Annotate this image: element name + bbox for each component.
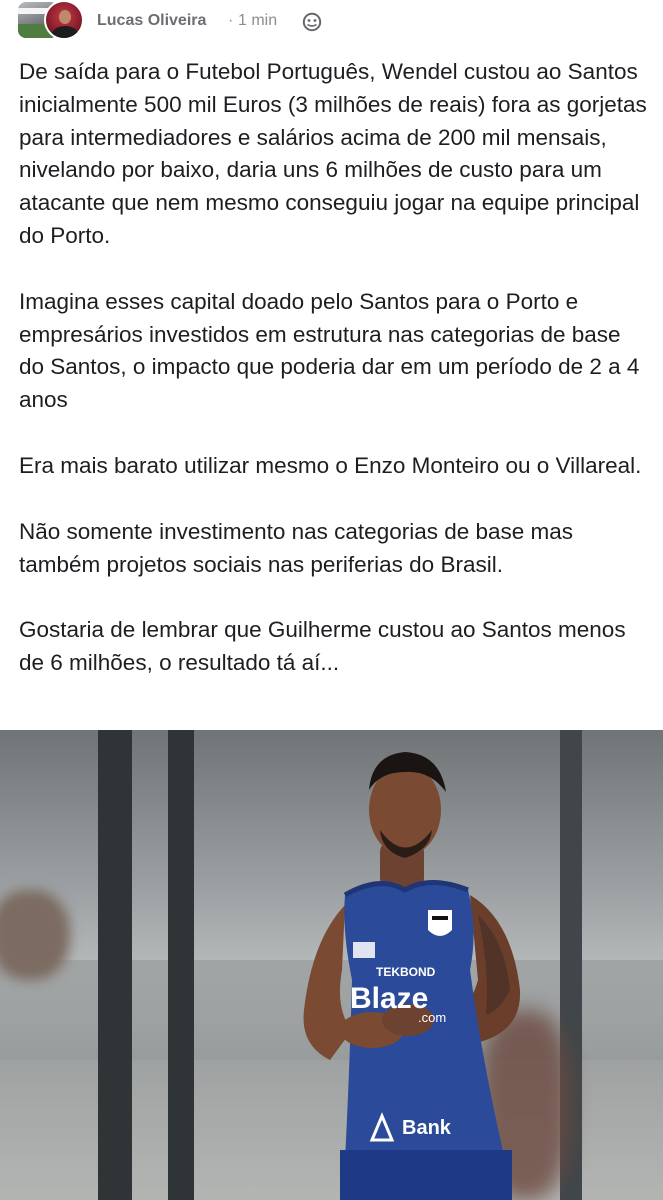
post-paragraph-2: Imagina esses capital doado pelo Santos … <box>19 288 640 413</box>
main-sponsor: Blaze <box>350 982 428 1015</box>
header-separator: · <box>228 12 234 29</box>
globe-icon <box>302 12 322 32</box>
post-photo[interactable]: TEKBOND Blaze .com Bank <box>0 730 663 1200</box>
post-paragraph-1: De saída para o Futebol Português, Wende… <box>19 59 647 248</box>
post-text: De saída para o Futebol Português, Wende… <box>19 56 649 680</box>
post-paragraph-4: Não somente investimento nas categorias … <box>19 518 574 577</box>
post-timestamp[interactable]: 1 min <box>238 12 277 30</box>
post-header: Lucas Oliveira · 1 min <box>0 0 663 44</box>
post-paragraph-3: Era mais barato utilizar mesmo o Enzo Mo… <box>19 452 642 478</box>
chest-sponsor: TEKBOND <box>376 965 436 979</box>
lower-sponsor: Bank <box>402 1117 452 1139</box>
player-figure: TEKBOND Blaze .com Bank <box>303 752 521 1200</box>
author-avatar[interactable] <box>44 0 84 40</box>
main-sponsor-sub: .com <box>418 1010 446 1025</box>
author-name[interactable]: Lucas Oliveira <box>97 12 206 30</box>
post-paragraph-5: Gostaria de lembrar que Guilherme custou… <box>19 617 626 676</box>
